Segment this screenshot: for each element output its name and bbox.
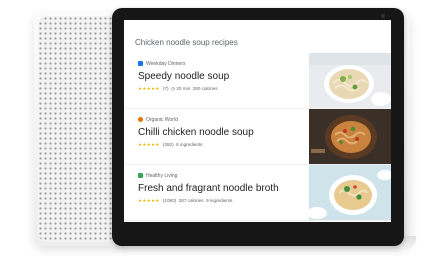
recipe-title: Speedy noodle soup: [138, 71, 230, 82]
calories: 280 calories: [192, 86, 218, 91]
rating-count: (392): [162, 142, 174, 147]
recipe-title: Fresh and fragrant noodle broth: [138, 183, 279, 194]
rating-stars: ★★★★★: [138, 198, 160, 203]
rating-count: (1080): [162, 198, 177, 203]
display-screen: Chicken noodle soup recipes Weekday Dinn…: [124, 20, 391, 222]
recipe-card[interactable]: Healthy Living Fresh and fragrant noodle…: [124, 165, 391, 221]
recipe-title: Chilli chicken noodle soup: [138, 127, 254, 138]
rating-count: (7): [162, 86, 169, 91]
chilli-noodle-photo-icon: [309, 109, 391, 164]
ingredients: 6 ingredients: [176, 142, 203, 147]
broth-bowl-photo-icon: [309, 165, 391, 220]
recipe-card[interactable]: Weekday Dinners Speedy noodle soup ★★★★★…: [124, 53, 391, 109]
noodle-bowl-photo-icon: [309, 53, 391, 108]
ingredients: 9 ingredients: [206, 198, 233, 203]
recipe-source: Weekday Dinners: [146, 61, 186, 67]
recipe-source: Healthy Living: [146, 173, 178, 179]
rating-stars: ★★★★★: [138, 86, 160, 91]
results-title: Chicken noodle soup recipes: [135, 38, 238, 47]
source-logo-icon: [138, 117, 143, 122]
clock-icon: ◷: [171, 86, 176, 91]
cook-time: 20 min: [176, 86, 191, 91]
source-logo-icon: [138, 173, 143, 178]
calories: 287 calories: [178, 198, 204, 203]
source-logo-icon: [138, 61, 143, 66]
recipe-source: Organic World: [146, 117, 178, 123]
recipe-card[interactable]: Organic World Chilli chicken noodle soup…: [124, 109, 391, 165]
rating-stars: ★★★★★: [138, 142, 160, 147]
camera-icon: [381, 14, 385, 18]
